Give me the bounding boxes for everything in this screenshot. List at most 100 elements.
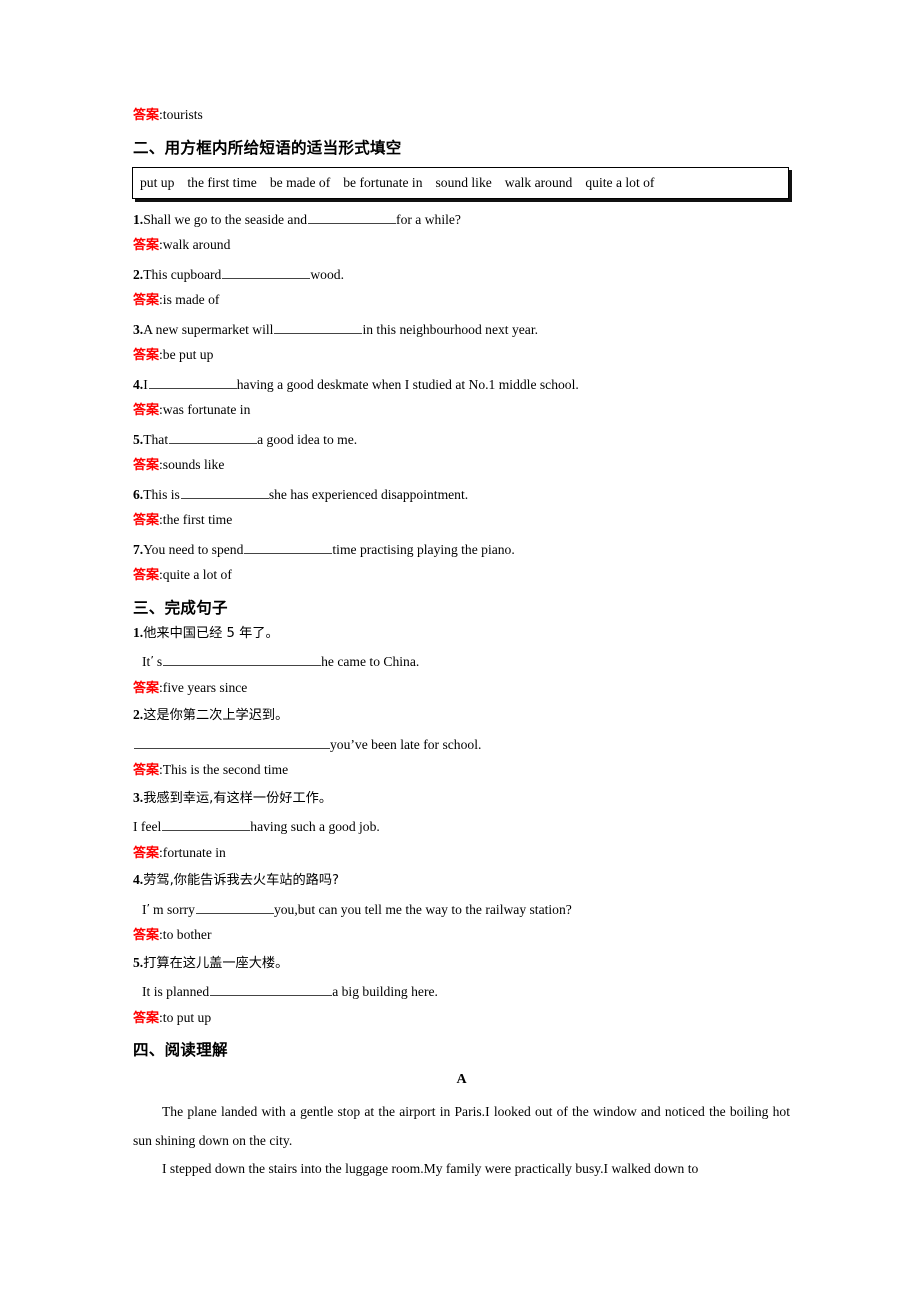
answer-value: was fortunate in <box>162 402 251 417</box>
question-pre-text: I <box>143 376 148 392</box>
answer-value: is made of <box>162 292 220 307</box>
answer-blank[interactable] <box>222 266 311 279</box>
passage-paragraph-2: I stepped down the stairs into the lugga… <box>133 1155 790 1184</box>
question-pre-text: That <box>143 431 169 447</box>
answer-value: walk around <box>162 237 231 252</box>
question-number: 2. <box>133 707 144 722</box>
question-row: 5.That a good idea to me. <box>133 431 793 459</box>
question-english-row: It is planned a big building here. <box>133 983 793 1011</box>
question-pre-text: It is planned <box>142 984 210 999</box>
question-number: 6. <box>133 486 144 502</box>
question-pre-text: This is <box>143 486 180 502</box>
passage-label: A <box>456 1072 467 1087</box>
answer-blank[interactable] <box>180 486 269 499</box>
answer-label: 答案 <box>133 513 160 528</box>
answer-label: 答案 <box>133 680 160 696</box>
question-pre-text: A new supermarket will <box>143 321 274 337</box>
phrase-item-2: be made of <box>269 174 331 190</box>
question-chinese: 打算在这儿盖一座大楼。 <box>143 955 289 971</box>
question-row: 4.劳驾,你能告诉我去火车站的路吗? <box>133 873 793 901</box>
answer-value: tourists <box>162 107 203 122</box>
answer-label: 答案 <box>133 458 160 473</box>
question-number: 1. <box>133 211 144 227</box>
answer-value: to bother <box>162 927 212 942</box>
question-row: 5.打算在这儿盖一座大楼。 <box>133 954 793 984</box>
answer-blank[interactable] <box>163 653 322 666</box>
phrase-list: put up the first time be made of be fortuna… <box>140 175 654 191</box>
phrase-item-1: the first time <box>187 174 257 190</box>
answer-value: quite a lot of <box>162 567 232 582</box>
question-row: 1.他来中国已经 5 年了。 <box>133 624 793 654</box>
answer-label: 答案 <box>133 108 160 123</box>
phrase-item-0: put up <box>140 174 175 190</box>
question-row: 6.This is she has experienced disappointm… <box>133 486 793 514</box>
phrase-box: put up the first time be made of be fortuna… <box>132 166 789 199</box>
answer-line: 答案:walk around <box>133 238 793 266</box>
question-number: 5. <box>133 431 144 447</box>
question-number: 3. <box>133 321 144 337</box>
question-post-text: in this neighbourhood next year. <box>362 321 539 337</box>
answer-value: sounds like <box>162 457 225 472</box>
answer-line: 答案:quite a lot of <box>133 568 793 596</box>
section-heading-2: 二、用方框内所给短语的适当形式填空 <box>133 138 402 157</box>
question-pre-text: This cupboard <box>143 266 222 282</box>
answer-value: to put up <box>162 1009 212 1025</box>
answer-line: 答案:was fortunate in <box>133 403 793 431</box>
answer-label: 答案 <box>133 403 160 418</box>
section-heading-3: 三、完成句子 <box>133 598 228 617</box>
answer-value: five years since <box>162 679 248 695</box>
question-row: 2.This cupboard wood. <box>133 266 793 294</box>
answer-blank[interactable] <box>162 818 251 831</box>
question-number: 2. <box>133 266 144 282</box>
answer-blank[interactable] <box>244 541 333 554</box>
answer-label: 答案 <box>133 293 160 308</box>
answer-blank[interactable] <box>148 376 237 389</box>
answer-label: 答案 <box>133 568 160 583</box>
question-pre-text: You need to spend <box>143 541 244 557</box>
question-post-text: he came to China. <box>321 654 420 669</box>
question-row: 4.I having a good deskmate when I studied… <box>133 376 793 404</box>
worksheet-page: 答案:tourists 二、用方框内所给短语的适当形式填空 put up the … <box>0 0 920 1302</box>
answer-value: be put up <box>162 347 214 362</box>
question-english-row: I’ m sorry you,but can you tell me the way… <box>133 901 793 929</box>
question-post-text: time practising playing the piano. <box>332 541 515 557</box>
answer-line: 答案:five years since <box>133 679 793 709</box>
question-post-text: she has experienced disappointment. <box>268 486 469 502</box>
answer-blank[interactable] <box>210 983 333 996</box>
answer-blank[interactable] <box>134 736 330 749</box>
phrase-item-5: walk around <box>504 174 573 190</box>
question-post-text: you,but can you tell me the way to the r… <box>273 901 572 917</box>
answer-line: 答案:This is the second time <box>133 763 793 791</box>
question-chinese: 我感到幸运,有这样一份好工作。 <box>143 790 333 806</box>
question-row: 3.A new supermarket will in this neighbou… <box>133 321 793 349</box>
question-english-row: you’ve been late for school. <box>133 736 793 764</box>
answer-blank[interactable] <box>169 431 258 444</box>
answer-line-top: 答案:tourists <box>133 108 793 136</box>
answer-line: 答案:to bother <box>133 928 793 956</box>
question-row: 3.我感到幸运,有这样一份好工作。 <box>133 789 793 819</box>
answer-label: 答案 <box>133 845 160 861</box>
answer-value: fortunate in <box>162 844 226 860</box>
answer-label: 答案 <box>133 238 160 253</box>
answer-line: 答案:fortunate in <box>133 844 793 874</box>
question-post-text: having a good deskmate when I studied at… <box>236 376 579 392</box>
question-number: 5. <box>133 954 144 970</box>
answer-blank[interactable] <box>274 321 363 334</box>
question-chinese: 他来中国已经 5 年了。 <box>143 625 279 641</box>
answer-value: This is the second time <box>162 762 289 777</box>
question-number: 7. <box>133 541 144 557</box>
question-post-text: you’ve been late for school. <box>330 736 482 752</box>
question-number: 3. <box>133 789 144 805</box>
passage-paragraph-2-text: I stepped down the stairs into the lugga… <box>162 1161 699 1176</box>
question-post-text: a big building here. <box>332 984 438 999</box>
page-content: 答案:tourists 二、用方框内所给短语的适当形式填空 put up the … <box>132 108 793 1184</box>
question-number: 4. <box>133 872 144 887</box>
answer-line: 答案:is made of <box>133 293 793 321</box>
phrase-box-wrapper: put up the first time be made of be fortuna… <box>132 166 793 205</box>
question-mid-text: s <box>156 654 163 669</box>
answer-blank[interactable] <box>195 901 274 914</box>
answer-blank[interactable] <box>308 211 397 224</box>
question-number: 1. <box>133 624 144 640</box>
question-mid-text: m sorry <box>153 901 195 917</box>
question-pre-text: Shall we go to the seaside and <box>143 211 308 227</box>
